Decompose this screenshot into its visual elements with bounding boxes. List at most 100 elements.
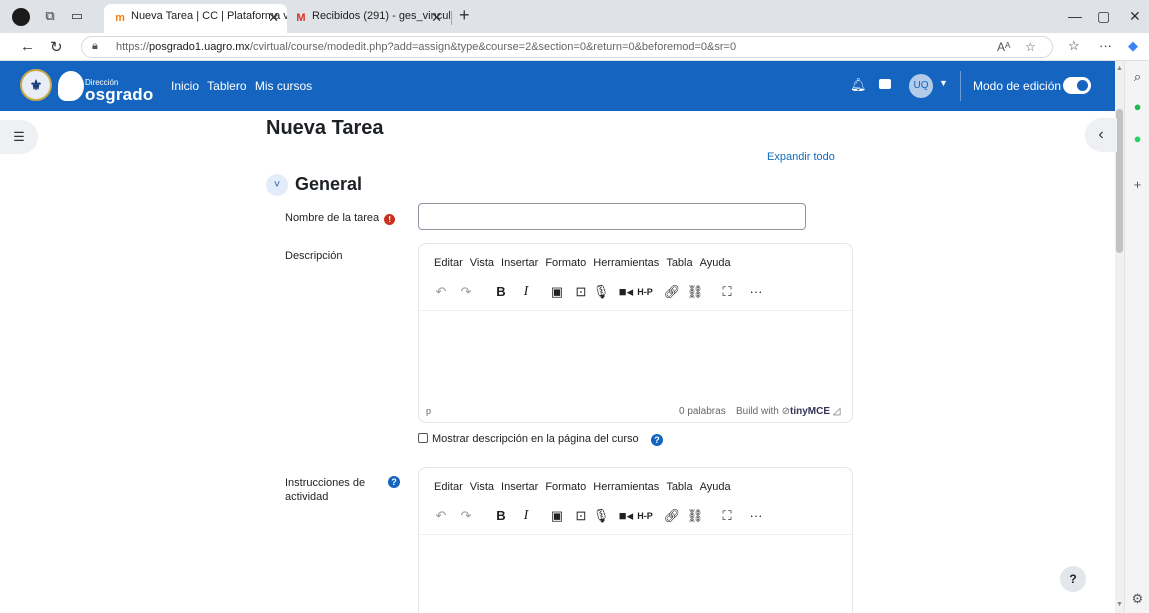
menu-ayuda[interactable]: Ayuda — [700, 257, 731, 269]
redo-icon[interactable]: ↷ — [456, 282, 476, 302]
record-video-icon[interactable]: ■◂ — [616, 282, 636, 302]
menu-herramientas[interactable]: Herramientas — [593, 481, 659, 493]
menu-tabla[interactable]: Tabla — [666, 257, 692, 269]
favorites-icon[interactable]: ☆ — [1068, 38, 1080, 54]
undo-icon[interactable]: ↶ — [431, 282, 451, 302]
nav-link-mis-cursos[interactable]: Mis cursos — [255, 79, 312, 93]
fullscreen-icon[interactable]: ⛶ — [717, 282, 737, 302]
block-drawer-toggle[interactable]: ‹ — [1085, 118, 1117, 152]
show-description-checkbox[interactable] — [418, 433, 428, 443]
course-index-drawer-toggle[interactable]: ☰ — [0, 120, 38, 154]
whatsapp-icon[interactable]: ● — [1130, 131, 1145, 146]
reload-icon[interactable]: ↻ — [50, 38, 63, 56]
record-audio-icon[interactable]: 🎙︎ — [591, 282, 611, 302]
expand-all-link[interactable]: Expandir todo — [767, 151, 835, 163]
bold-icon[interactable]: B — [491, 506, 511, 526]
h5p-icon[interactable]: H-P — [635, 506, 655, 526]
unlink-icon[interactable]: ⛓ — [685, 506, 705, 526]
spotify-icon[interactable]: ● — [1130, 99, 1145, 114]
image-icon[interactable]: ▣ — [547, 506, 567, 526]
back-icon[interactable]: ← — [20, 38, 35, 55]
user-menu-chevron-icon[interactable]: ▼ — [939, 78, 948, 88]
italic-icon[interactable]: I — [516, 506, 536, 526]
menu-formato[interactable]: Formato — [545, 481, 586, 493]
menu-vista[interactable]: Vista — [470, 481, 494, 493]
help-button[interactable]: ? — [1060, 566, 1086, 592]
tinymce-brand: tinyMCE — [789, 406, 830, 417]
minimize-icon[interactable]: — — [1068, 8, 1082, 24]
edit-mode-toggle[interactable] — [1063, 77, 1091, 94]
instructions-editor[interactable]: Editar Vista Insertar Formato Herramientas Ta… — [418, 467, 853, 613]
tab-nueva-tarea[interactable]: m Nueva Tarea | CC | Plataforma virt ✕ — [104, 4, 287, 33]
task-name-label-text: Nombre de la tarea — [285, 212, 380, 224]
new-tab-icon[interactable]: + — [459, 5, 470, 26]
section-title-general[interactable]: General — [295, 174, 362, 195]
word-count[interactable]: 0 palabras — [679, 406, 726, 417]
media-icon[interactable]: ⊡ — [571, 506, 591, 526]
close-tab-icon[interactable]: ✕ — [268, 10, 279, 26]
link-icon[interactable]: 🔗︎ — [662, 506, 682, 526]
bold-icon[interactable]: B — [491, 282, 511, 302]
menu-formato[interactable]: Formato — [545, 257, 586, 269]
menu-insertar[interactable]: Insertar — [501, 481, 538, 493]
menu-editar[interactable]: Editar — [434, 257, 463, 269]
user-avatar[interactable]: UQ — [909, 74, 933, 98]
close-window-icon[interactable]: ✕ — [1129, 8, 1141, 25]
tab-label: Recibidos (291) - ges_vinculacion — [312, 10, 450, 22]
media-icon[interactable]: ⊡ — [571, 282, 591, 302]
nav-link-tablero[interactable]: Tablero — [207, 79, 246, 93]
profile-icon[interactable] — [12, 8, 30, 26]
more-tools-icon[interactable]: ··· — [746, 282, 766, 302]
help-icon[interactable]: ? — [651, 434, 663, 446]
build-with-tinymce[interactable]: Build with ⊘tinyMCE ◿ — [736, 406, 840, 417]
menu-insertar[interactable]: Insertar — [501, 257, 538, 269]
show-description-row[interactable]: Mostrar descripción en la página del cur… — [418, 433, 639, 445]
description-editor[interactable]: Editar Vista Insertar Formato Herramientas Ta… — [418, 243, 853, 423]
restore-icon[interactable]: ▢ — [1097, 8, 1110, 25]
h5p-icon[interactable]: H-P — [635, 282, 655, 302]
record-video-icon[interactable]: ■◂ — [616, 506, 636, 526]
scroll-down-arrow-icon[interactable]: ▼ — [1116, 601, 1123, 608]
menu-ayuda[interactable]: Ayuda — [700, 481, 731, 493]
record-audio-icon[interactable]: 🎙︎ — [591, 506, 611, 526]
more-menu-icon[interactable]: ··· — [1099, 38, 1112, 53]
nav-link-inicio[interactable]: Inicio — [171, 79, 199, 93]
menu-tabla[interactable]: Tabla — [666, 481, 692, 493]
task-name-input[interactable] — [418, 203, 806, 230]
element-path[interactable]: p — [426, 406, 431, 416]
redo-icon[interactable]: ↷ — [456, 506, 476, 526]
favorite-star-icon[interactable]: ☆ — [1025, 40, 1036, 54]
help-icon[interactable]: ? — [388, 476, 400, 488]
section-collapse-chevron-icon[interactable]: ˅ — [266, 174, 288, 196]
image-icon[interactable]: ▣ — [547, 282, 567, 302]
copilot-icon[interactable]: ◆ — [1128, 38, 1138, 54]
editor-content-divider — [419, 310, 852, 311]
university-seal-logo[interactable]: ⚜ — [20, 69, 52, 101]
search-icon[interactable]: ⌕ — [1130, 69, 1145, 84]
unlink-icon[interactable]: ⛓ — [685, 282, 705, 302]
more-tools-icon[interactable]: ··· — [746, 506, 766, 526]
notifications-bell-icon[interactable]: 🔔︎ — [850, 77, 867, 93]
read-aloud-icon[interactable]: Aᴬ — [997, 40, 1010, 54]
workspaces-icon[interactable]: ⧉ — [43, 9, 57, 23]
undo-icon[interactable]: ↶ — [431, 506, 451, 526]
editor-menubar: Editar Vista Insertar Formato Herramientas Ta… — [434, 481, 738, 493]
tab-gmail[interactable]: M Recibidos (291) - ges_vinculacion ✕ — [285, 4, 450, 33]
address-bar[interactable]: 🔒︎ https://posgrado1.uagro.mx/cvirtual/c… — [81, 36, 1053, 58]
link-icon[interactable]: 🔗︎ — [662, 282, 682, 302]
lock-icon[interactable]: 🔒︎ — [92, 40, 98, 53]
description-label: Descripción — [285, 250, 343, 262]
required-icon[interactable]: ! — [384, 214, 396, 225]
sidebar-settings-icon[interactable]: ⚙ — [1130, 591, 1145, 606]
tab-actions-icon[interactable]: ▭ — [70, 9, 84, 23]
scroll-thumb[interactable] — [1116, 109, 1123, 253]
menu-herramientas[interactable]: Herramientas — [593, 257, 659, 269]
menu-editar[interactable]: Editar — [434, 481, 463, 493]
add-sidebar-app-icon[interactable]: + — [1130, 177, 1145, 192]
fullscreen-icon[interactable]: ⛶ — [717, 506, 737, 526]
italic-icon[interactable]: I — [516, 282, 536, 302]
messages-icon[interactable] — [879, 79, 891, 89]
menu-vista[interactable]: Vista — [470, 257, 494, 269]
scroll-up-arrow-icon[interactable]: ▲ — [1116, 65, 1123, 72]
close-tab-icon[interactable]: ✕ — [431, 10, 442, 26]
